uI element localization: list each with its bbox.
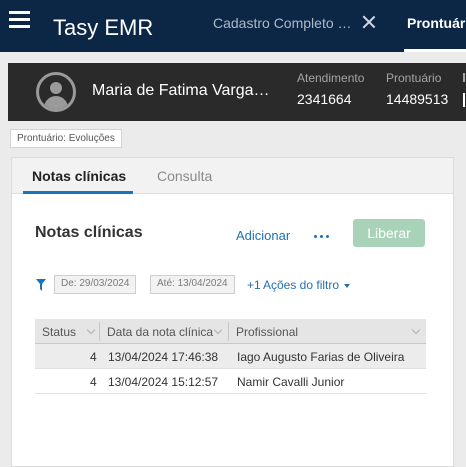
filter-date-from[interactable]: De: 29/03/2024 bbox=[54, 275, 137, 294]
tab-cadastro-completo[interactable]: Cadastro Completo de Pessoa Física bbox=[196, 0, 390, 52]
breadcrumb: Prontuário: Evoluções bbox=[10, 129, 122, 148]
cell-professional: Iago Augusto Farias de Oliveira bbox=[237, 350, 405, 364]
filter-date-to[interactable]: Até: 13/04/2024 bbox=[150, 275, 235, 294]
notes-table: Status Data da nota clínica Profissional… bbox=[35, 319, 426, 394]
add-button[interactable]: Adicionar bbox=[236, 228, 290, 243]
notes-panel: Notas clínicas Consulta Notas clínicas A… bbox=[11, 157, 454, 467]
atendimento-label: Atendimento bbox=[297, 71, 365, 85]
col-profissional[interactable]: Profissional bbox=[236, 319, 298, 344]
menu-icon[interactable] bbox=[9, 11, 30, 28]
col-data-nota[interactable]: Data da nota clínica bbox=[107, 319, 213, 344]
prontuario-label: Prontuário bbox=[386, 71, 442, 85]
table-header: Status Data da nota clínica Profissional bbox=[35, 319, 426, 344]
more-options-icon[interactable] bbox=[314, 235, 330, 239]
tab-consulta[interactable]: Consulta bbox=[155, 158, 225, 194]
top-bar: Tasy EMR Cadastro Completo de Pessoa Fís… bbox=[0, 0, 466, 52]
cell-status: 4 bbox=[90, 375, 97, 389]
close-icon[interactable] bbox=[362, 15, 375, 28]
tab-notas-clinicas[interactable]: Notas clínicas bbox=[23, 158, 133, 194]
tab-label: Cadastro Completo de Pessoa Física bbox=[213, 15, 355, 31]
filter-actions-label: Ações do filtro bbox=[263, 278, 340, 292]
filter-icon[interactable] bbox=[36, 279, 46, 291]
filter-extra-count[interactable]: +1 bbox=[247, 278, 261, 292]
caret-down-icon bbox=[344, 283, 351, 288]
table-row[interactable]: 4 13/04/2024 15:12:57 Namir Cavalli Juni… bbox=[35, 369, 426, 394]
table-row[interactable]: 4 13/04/2024 17:46:38 Iago Augusto Faria… bbox=[35, 344, 426, 369]
section-title: Notas clínicas bbox=[35, 224, 143, 241]
cell-status: 4 bbox=[90, 350, 97, 364]
chevron-down-icon[interactable] bbox=[213, 325, 223, 335]
cell-date: 13/04/2024 17:46:38 bbox=[108, 350, 219, 364]
tab-prontuario[interactable]: Prontuário bbox=[404, 0, 466, 52]
chevron-down-icon[interactable] bbox=[411, 325, 421, 335]
cell-date: 13/04/2024 15:12:57 bbox=[108, 375, 219, 389]
col-status[interactable]: Status bbox=[42, 319, 76, 344]
tab-label: Prontuário bbox=[407, 15, 466, 31]
panel-tabbar: Notas clínicas Consulta bbox=[12, 158, 453, 194]
patient-header: Maria de Fatima Vargas Silva Atendimento… bbox=[8, 63, 466, 121]
patient-name[interactable]: Maria de Fatima Vargas Silva bbox=[92, 82, 272, 100]
app-title: Tasy EMR bbox=[53, 15, 154, 40]
avatar-icon bbox=[36, 72, 76, 112]
cell-professional: Namir Cavalli Junior bbox=[237, 375, 345, 389]
chevron-down-icon[interactable] bbox=[86, 325, 96, 335]
liberar-button[interactable]: Liberar bbox=[353, 219, 425, 247]
atendimento-value: 2341664 bbox=[297, 91, 352, 107]
prontuario-value: 14489513 bbox=[386, 91, 449, 107]
filter-actions-dropdown[interactable]: Ações do filtro bbox=[263, 278, 351, 292]
